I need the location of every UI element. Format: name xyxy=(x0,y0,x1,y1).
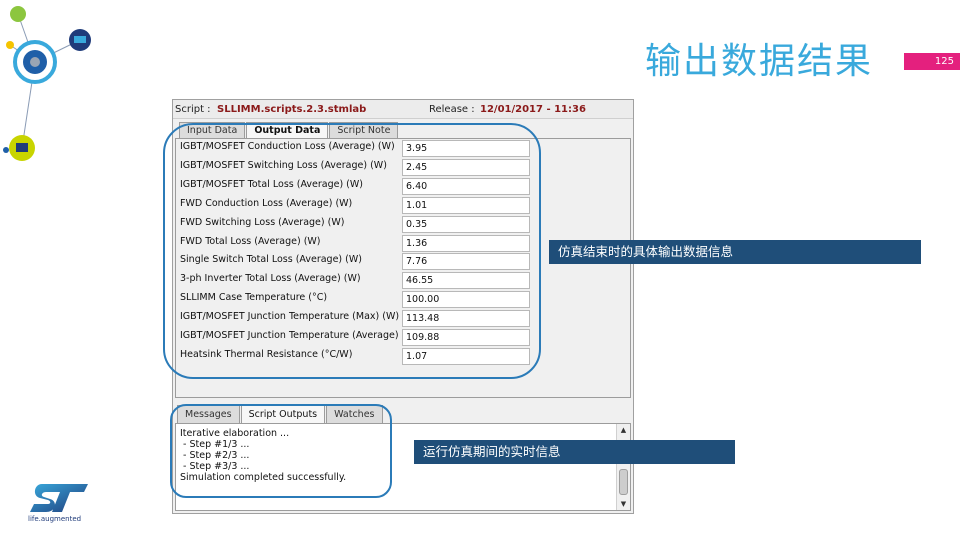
scroll-up-arrow-icon[interactable]: ▲ xyxy=(617,424,630,436)
scroll-thumb[interactable] xyxy=(619,469,628,495)
script-output-callout: 运行仿真期间的实时信息 xyxy=(414,440,735,464)
output-data-callout: 仿真结束时的具体输出数据信息 xyxy=(549,240,921,264)
script-info-bar: Script : SLLIMM.scripts.2.3.stmlab Relea… xyxy=(173,100,633,119)
decorative-network-graphic xyxy=(3,6,91,161)
script-output-highlight-ring xyxy=(170,404,392,498)
script-name: SLLIMM.scripts.2.3.stmlab xyxy=(217,104,367,115)
script-label: Script : xyxy=(175,104,211,115)
output-data-highlight-ring xyxy=(163,123,541,379)
page-number-badge: 125 xyxy=(904,53,960,70)
st-logo-icon xyxy=(30,484,88,512)
brand-tagline: life.augmented xyxy=(28,515,82,523)
slide: 输出数据结果 125 Script : SLLIMM.scripts.2.3.s… xyxy=(0,0,960,539)
release-label: Release : xyxy=(429,104,475,115)
scroll-down-arrow-icon[interactable]: ▼ xyxy=(617,498,630,510)
slide-title: 输出数据结果 xyxy=(645,41,874,82)
output-scrollbar[interactable]: ▲ ▼ xyxy=(616,424,630,510)
release-date: 12/01/2017 - 11:36 xyxy=(480,104,586,115)
